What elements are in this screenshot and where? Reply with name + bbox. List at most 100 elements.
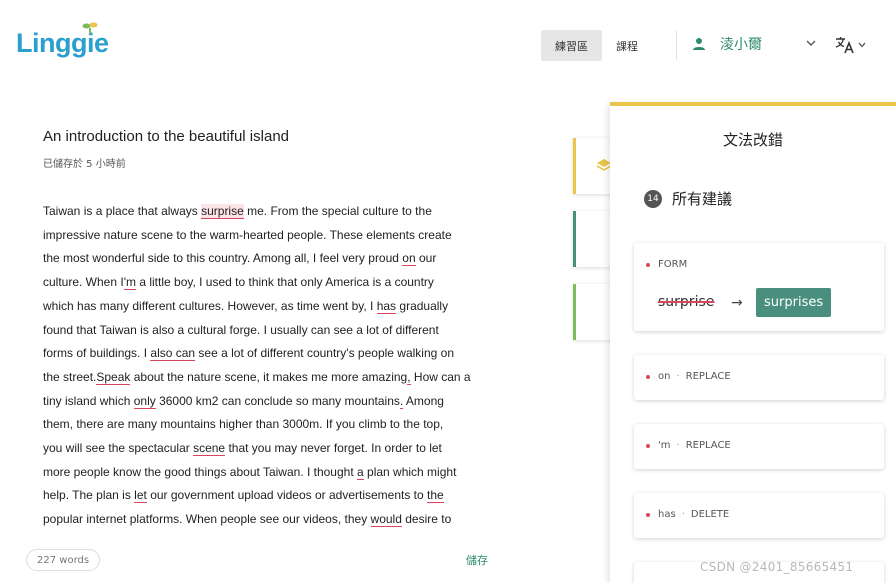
watermark: CSDN @2401_85665451 [700,560,854,574]
grammar-error-word[interactable]: only [133,393,156,409]
original-word: surprise [658,294,715,310]
text-segment: see a lot of different country's people … [195,346,454,361]
error-dot [646,374,650,379]
text-line: popular internet platforms. When people … [43,508,493,532]
tab-accent [573,284,576,340]
text-segment: plan which might [363,464,457,479]
text-segment: desire to [401,512,452,527]
text-segment: a little boy, I used to think that only … [136,275,434,290]
text-segment: gradually [396,298,449,313]
text-segment: them, there are many mountains higher th… [43,417,444,432]
document-title[interactable]: An introduction to the beautiful island [43,128,289,145]
error-dot [646,262,650,267]
grammar-error-word[interactable]: on [402,251,416,267]
nav-courses[interactable]: 課程 [602,30,652,61]
save-button[interactable]: 儲存 [466,552,488,568]
panel-title: 文法改錯 [722,131,783,149]
user-icon [693,38,705,50]
text-segment: the most wonderful side to this country.… [43,251,403,266]
card-header: FORM [646,259,687,270]
card-action: REPLACE [685,440,731,451]
text-segment: our government upload videos or advertis… [146,488,428,503]
grammar-error-word[interactable]: 'm [123,275,136,291]
card-separator: · [676,440,680,451]
suggestion-card-expanded[interactable]: FORM surprise → surprises [634,243,884,331]
suggestion-card[interactable]: has · DELETE [634,493,884,538]
tab-tool-3[interactable] [573,284,613,340]
grammar-error-word[interactable]: let [134,488,147,504]
text-segment: that you may never forget. In order to l… [225,441,442,456]
tab-accent [573,211,576,267]
tab-grammar[interactable] [573,138,613,194]
nav-divider [676,30,677,60]
suggestion-card[interactable]: 'm · REPLACE [634,424,884,469]
text-line: tiny island which only 36000 km2 can con… [43,390,493,414]
grammar-error-word[interactable]: scene [193,441,226,457]
text-line: help. The plan is let our government upl… [43,484,493,508]
text-line: you will see the spectacular scene that … [43,437,493,461]
text-line: found that Taiwan is also a cultural for… [43,319,493,343]
grammar-error-word[interactable]: Speak [96,369,131,385]
grammar-error-word[interactable]: a [357,464,364,480]
accept-suggestion-button[interactable]: surprises [756,288,832,317]
user-menu[interactable]: 淩小爾 [692,34,762,54]
text-segment: culture. When I [43,275,124,290]
suggestions-header: 14 所有建議 [644,188,732,209]
nav-practice[interactable]: 練習區 [541,30,602,61]
top-nav: 練習區 課程 [541,30,652,61]
text-segment: found that Taiwan is also a cultural for… [43,322,439,337]
grammar-error-word[interactable]: surprise [201,204,244,219]
grammar-error-word[interactable]: also can [150,346,196,362]
text-segment: popular internet platforms. When people … [43,512,371,527]
grammar-error-word[interactable]: the [427,488,444,504]
text-line: culture. When I'm a little boy, I used t… [43,271,493,295]
language-switcher[interactable] [835,36,866,54]
text-segment: you will see the spectacular [43,441,194,456]
card-action: DELETE [690,509,730,520]
text-line: impressive nature scene to the warm-hear… [43,224,493,248]
card-separator: · [681,509,685,520]
text-segment: help. The plan is [43,488,135,503]
grammar-panel: 文法改錯 14 所有建議 FORM surprise → surprises o… [610,102,896,583]
text-segment: more people know the good things about T… [43,464,357,479]
text-line: the street.Speak about the nature scene,… [43,366,493,390]
card-word: on [658,371,671,382]
grammar-error-word[interactable]: would [370,512,402,528]
suggestion-count-badge: 14 [644,189,662,208]
chevron-down-icon[interactable] [806,39,816,47]
user-name: 淩小爾 [720,37,762,53]
all-suggestions-label: 所有建議 [672,190,733,208]
word-count-badge: 227 words [26,549,101,571]
text-segment: tiny island which [43,393,134,408]
text-segment: Taiwan is a place that always [43,204,202,218]
text-segment: the street. [43,369,97,384]
card-word: 'm [658,440,671,451]
text-segment: impressive nature scene to the warm-hear… [43,227,452,242]
text-segment: me. From the special culture to the [243,204,432,218]
text-line: the most wonderful side to this country.… [43,247,493,271]
text-segment: which has many different cultures. Howev… [43,298,377,313]
tab-tool-2[interactable] [573,211,613,267]
text-line: forms of buildings. I also can see a lot… [43,342,493,366]
error-dot [646,512,650,517]
document-body[interactable]: Taiwan is a place that always surprise m… [43,200,493,532]
text-segment: How can a [410,369,471,384]
error-type: FORM [658,259,688,270]
text-line: more people know the good things about T… [43,461,493,485]
text-line: them, there are many mountains higher th… [43,413,493,437]
card-action: REPLACE [685,371,731,382]
sprout-icon [82,22,98,34]
card-header: on · REPLACE [646,371,731,382]
grammar-error-word[interactable]: has [376,298,397,314]
tab-accent [573,138,576,194]
text-line: Taiwan is a place that always surprise m… [43,200,493,224]
error-dot [646,443,650,448]
text-segment: about the nature scene, it makes me more… [130,369,408,384]
text-segment: our [415,251,437,266]
card-separator: · [676,371,680,382]
suggestion-card[interactable]: on · REPLACE [634,355,884,400]
text-segment: forms of buildings. I [43,346,151,361]
card-word: has [658,509,676,520]
app-logo[interactable]: Linggie [16,22,109,58]
text-segment: 36000 km2 can conclude so many mountains [155,393,400,408]
